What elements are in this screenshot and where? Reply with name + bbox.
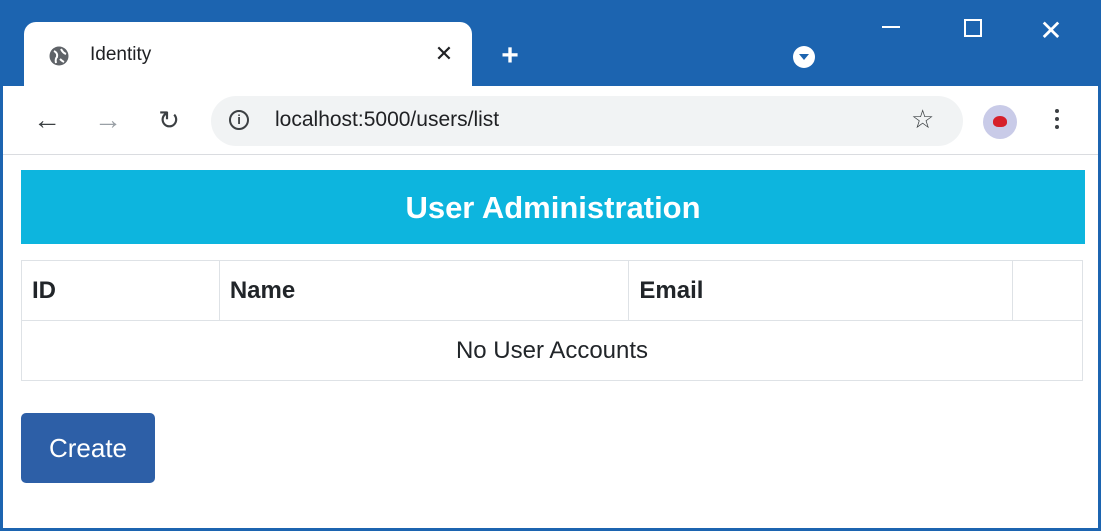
page-title: User Administration — [21, 170, 1085, 244]
close-icon[interactable]: ✕ — [428, 38, 460, 70]
maximize-button[interactable] — [953, 14, 993, 54]
minimize-button[interactable] — [871, 14, 911, 54]
column-header-name: Name — [218, 260, 630, 321]
create-button[interactable]: Create — [21, 413, 155, 483]
column-header-id: ID — [21, 260, 220, 321]
url-text[interactable]: localhost:5000/users/list — [275, 108, 499, 132]
reload-icon[interactable]: ↻ — [151, 102, 187, 138]
tab-strip: Identity ✕ + ✕ — [3, 0, 1098, 86]
tab-title: Identity — [90, 44, 152, 65]
browser-toolbar: ← → ↻ i localhost:5000/users/list ☆ — [3, 86, 1098, 155]
star-icon[interactable]: ☆ — [911, 104, 934, 135]
info-icon[interactable]: i — [229, 110, 249, 130]
forward-arrow-icon[interactable]: → — [90, 102, 126, 138]
kebab-menu-icon[interactable] — [1047, 104, 1067, 140]
tab-search-icon[interactable] — [793, 46, 815, 68]
back-arrow-icon[interactable]: ← — [29, 102, 65, 138]
tab-identity[interactable]: Identity ✕ — [24, 22, 472, 86]
avatar[interactable] — [983, 105, 1017, 139]
globe-icon — [49, 46, 69, 66]
plus-icon[interactable]: + — [494, 40, 526, 72]
empty-message: No User Accounts — [21, 320, 1083, 381]
column-header-email: Email — [628, 260, 1014, 321]
users-table: ID Name Email No User Accounts — [21, 260, 1083, 381]
column-header-actions — [1012, 260, 1083, 321]
window-close-button[interactable]: ✕ — [1031, 14, 1071, 54]
table-header-row: ID Name Email — [21, 260, 1083, 321]
browser-window: Identity ✕ + ✕ ← → ↻ i localhost:5000/us… — [0, 0, 1101, 531]
address-bar[interactable]: i localhost:5000/users/list ☆ — [211, 96, 963, 146]
page-content: User Administration ID Name Email No Use… — [21, 170, 1085, 483]
table-row: No User Accounts — [21, 320, 1083, 381]
